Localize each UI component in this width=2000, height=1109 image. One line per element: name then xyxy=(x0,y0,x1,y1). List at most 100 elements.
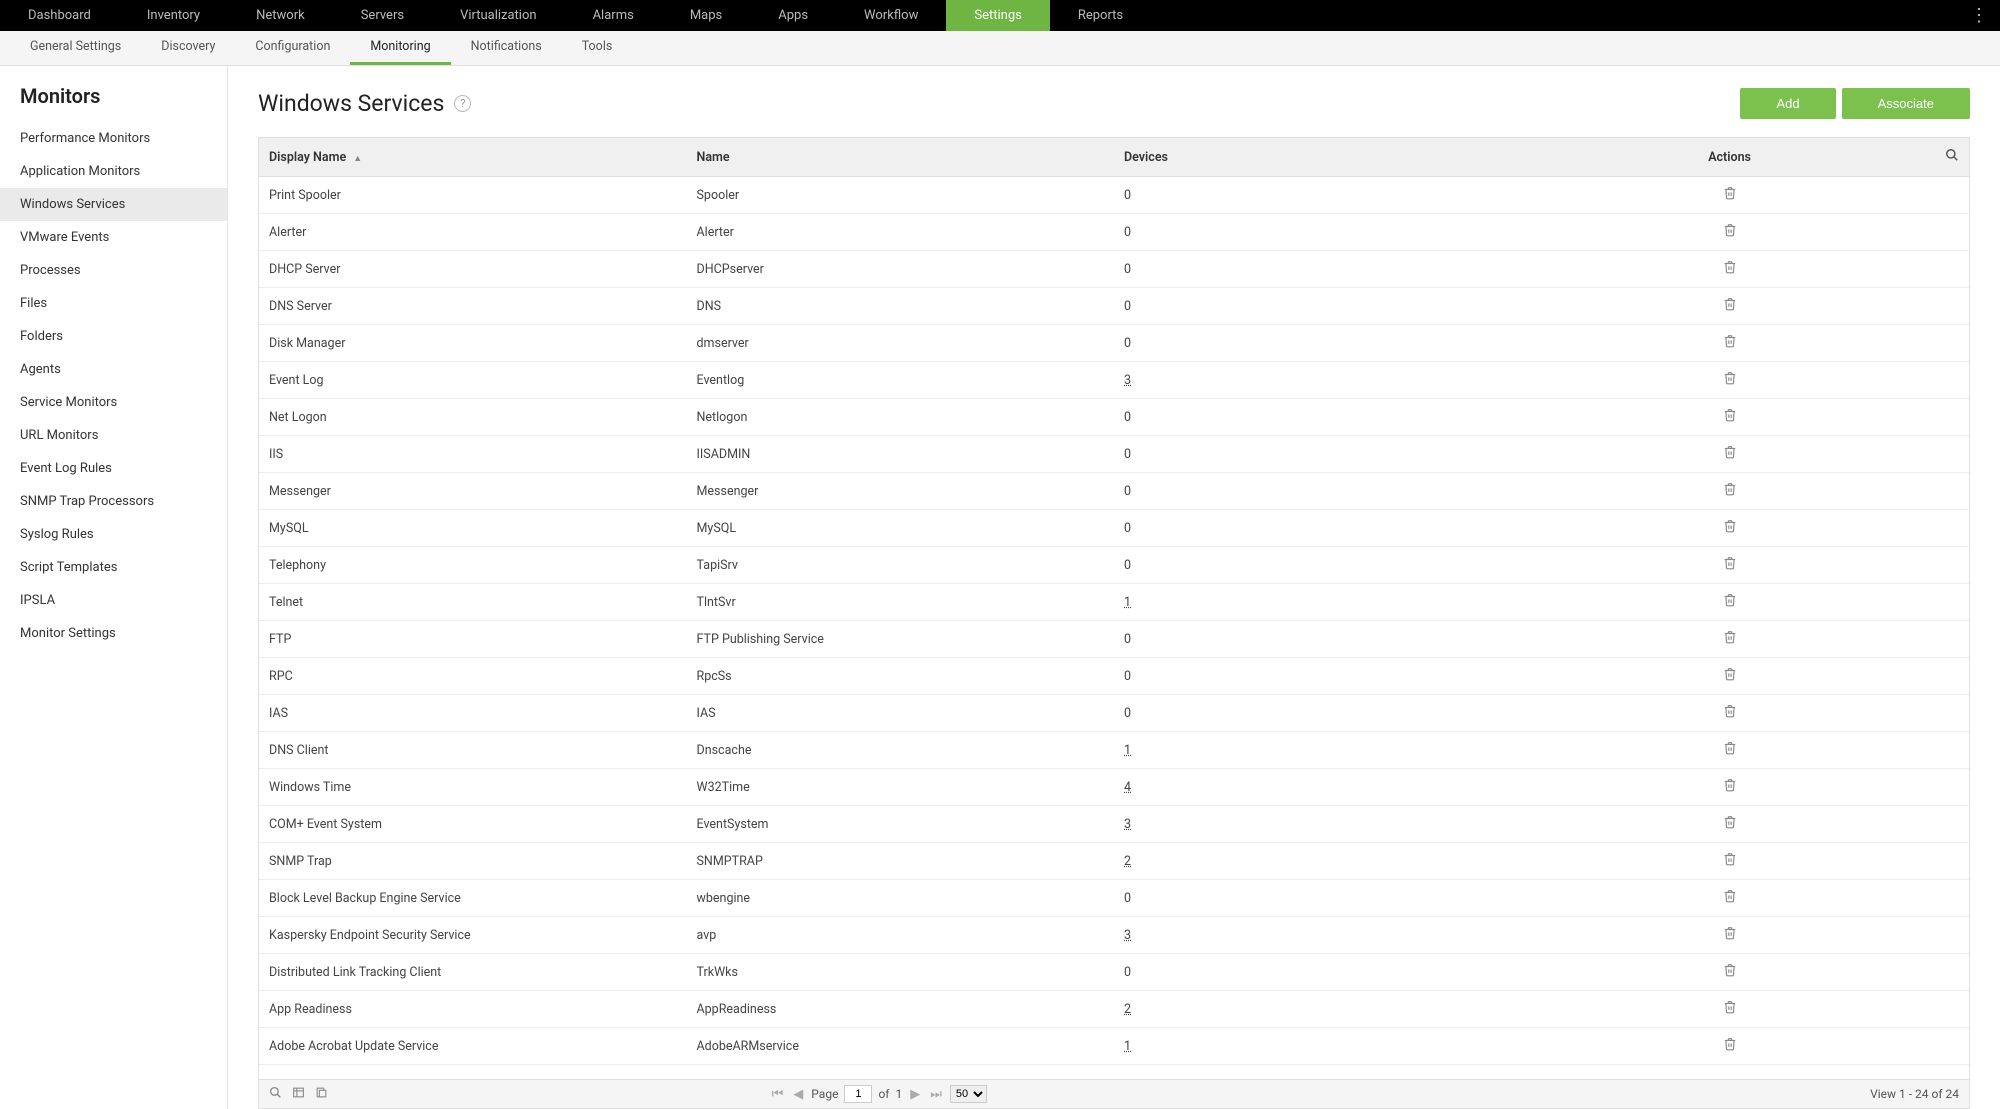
delete-icon[interactable] xyxy=(1723,482,1737,500)
cell-display-name: Event Log xyxy=(269,373,324,388)
devices-link[interactable]: 1 xyxy=(1124,595,1131,610)
devices-link[interactable]: 2 xyxy=(1124,854,1131,869)
delete-icon[interactable] xyxy=(1723,519,1737,537)
header-display-name-label: Display Name xyxy=(269,150,346,165)
subnav-item-configuration[interactable]: Configuration xyxy=(235,31,350,65)
delete-icon[interactable] xyxy=(1723,1037,1737,1055)
delete-icon[interactable] xyxy=(1723,852,1737,870)
sidebar-item-folders[interactable]: Folders xyxy=(0,320,227,353)
delete-icon[interactable] xyxy=(1723,926,1737,944)
delete-icon[interactable] xyxy=(1723,704,1737,722)
header-devices[interactable]: Devices xyxy=(1114,138,1559,177)
export-icon[interactable] xyxy=(315,1086,328,1102)
delete-icon[interactable] xyxy=(1723,334,1737,352)
prev-page-button[interactable]: ◀ xyxy=(791,1087,805,1102)
subnav-item-discovery[interactable]: Discovery xyxy=(141,31,235,65)
table-row: TelephonyTapiSrv0 xyxy=(259,547,1969,584)
cell-display-name: Messenger xyxy=(269,484,331,499)
subnav-item-notifications[interactable]: Notifications xyxy=(451,31,562,65)
delete-icon[interactable] xyxy=(1723,815,1737,833)
topnav-item-network[interactable]: Network xyxy=(228,0,333,31)
delete-icon[interactable] xyxy=(1723,630,1737,648)
devices-link[interactable]: 3 xyxy=(1124,817,1131,832)
sidebar-item-url-monitors[interactable]: URL Monitors xyxy=(0,419,227,452)
devices-count: 0 xyxy=(1124,410,1131,425)
delete-icon[interactable] xyxy=(1723,408,1737,426)
topnav-item-reports[interactable]: Reports xyxy=(1050,0,1151,31)
delete-icon[interactable] xyxy=(1723,741,1737,759)
cell-name: Eventlog xyxy=(697,373,745,388)
help-icon[interactable]: ? xyxy=(454,95,471,112)
table-row: AlerterAlerter0 xyxy=(259,214,1969,251)
sidebar-item-vmware-events[interactable]: VMware Events xyxy=(0,221,227,254)
table-row: DHCP ServerDHCPserver0 xyxy=(259,251,1969,288)
delete-icon[interactable] xyxy=(1723,186,1737,204)
topnav-item-apps[interactable]: Apps xyxy=(750,0,836,31)
delete-icon[interactable] xyxy=(1723,260,1737,278)
delete-icon[interactable] xyxy=(1723,889,1737,907)
sidebar-item-ipsla[interactable]: IPSLA xyxy=(0,584,227,617)
delete-icon[interactable] xyxy=(1723,445,1737,463)
pager-search-icon[interactable] xyxy=(269,1086,282,1102)
add-button[interactable]: Add xyxy=(1740,88,1835,119)
subnav-item-general-settings[interactable]: General Settings xyxy=(10,31,141,65)
delete-icon[interactable] xyxy=(1723,556,1737,574)
devices-count: 0 xyxy=(1124,262,1131,277)
cell-name: TrkWks xyxy=(697,965,738,980)
devices-count: 0 xyxy=(1124,669,1131,684)
sidebar-item-processes[interactable]: Processes xyxy=(0,254,227,287)
topnav-item-settings[interactable]: Settings xyxy=(946,0,1049,31)
devices-count: 0 xyxy=(1124,299,1131,314)
delete-icon[interactable] xyxy=(1723,223,1737,241)
delete-icon[interactable] xyxy=(1723,963,1737,981)
header-search[interactable] xyxy=(1901,138,1969,177)
sidebar-item-snmp-trap-processors[interactable]: SNMP Trap Processors xyxy=(0,485,227,518)
delete-icon[interactable] xyxy=(1723,667,1737,685)
delete-icon[interactable] xyxy=(1723,778,1737,796)
delete-icon[interactable] xyxy=(1723,593,1737,611)
topnav-item-servers[interactable]: Servers xyxy=(333,0,432,31)
sidebar-item-script-templates[interactable]: Script Templates xyxy=(0,551,227,584)
last-page-button[interactable]: ⏭ xyxy=(928,1087,944,1102)
sidebar-item-files[interactable]: Files xyxy=(0,287,227,320)
sidebar-item-syslog-rules[interactable]: Syslog Rules xyxy=(0,518,227,551)
topnav-item-virtualization[interactable]: Virtualization xyxy=(432,0,565,31)
delete-icon[interactable] xyxy=(1723,297,1737,315)
devices-link[interactable]: 2 xyxy=(1124,1002,1131,1017)
devices-link[interactable]: 1 xyxy=(1124,1039,1131,1054)
topnav-item-inventory[interactable]: Inventory xyxy=(119,0,228,31)
page-input[interactable] xyxy=(844,1085,872,1103)
subnav-item-tools[interactable]: Tools xyxy=(562,31,633,65)
sidebar-item-application-monitors[interactable]: Application Monitors xyxy=(0,155,227,188)
header-display-name[interactable]: Display Name ▲ xyxy=(259,138,687,177)
subnav-item-monitoring[interactable]: Monitoring xyxy=(350,31,450,65)
sidebar-item-windows-services[interactable]: Windows Services xyxy=(0,188,227,221)
associate-button[interactable]: Associate xyxy=(1842,88,1970,119)
services-table: Display Name ▲ Name Devices Actions xyxy=(258,137,1970,1109)
sidebar-item-event-log-rules[interactable]: Event Log Rules xyxy=(0,452,227,485)
page-size-select[interactable]: 50 xyxy=(950,1085,987,1103)
cell-name: TapiSrv xyxy=(697,558,738,573)
next-page-button[interactable]: ▶ xyxy=(908,1087,922,1102)
delete-icon[interactable] xyxy=(1723,371,1737,389)
search-icon[interactable] xyxy=(1945,151,1959,166)
cell-display-name: COM+ Event System xyxy=(269,817,382,832)
columns-icon[interactable] xyxy=(292,1086,305,1102)
topnav-item-maps[interactable]: Maps xyxy=(662,0,750,31)
sidebar-item-performance-monitors[interactable]: Performance Monitors xyxy=(0,122,227,155)
devices-link[interactable]: 3 xyxy=(1124,928,1131,943)
devices-link[interactable]: 1 xyxy=(1124,743,1131,758)
topnav-item-dashboard[interactable]: Dashboard xyxy=(0,0,119,31)
sidebar-item-agents[interactable]: Agents xyxy=(0,353,227,386)
kebab-menu-icon[interactable]: ⋮ xyxy=(1970,5,1988,26)
header-name[interactable]: Name xyxy=(687,138,1115,177)
sidebar-item-service-monitors[interactable]: Service Monitors xyxy=(0,386,227,419)
topnav-item-workflow[interactable]: Workflow xyxy=(836,0,946,31)
topnav-item-alarms[interactable]: Alarms xyxy=(565,0,662,31)
delete-icon[interactable] xyxy=(1723,1000,1737,1018)
sidebar-item-monitor-settings[interactable]: Monitor Settings xyxy=(0,617,227,650)
first-page-button[interactable]: ⏮ xyxy=(770,1087,786,1102)
cell-name: IISADMIN xyxy=(697,447,751,462)
devices-link[interactable]: 4 xyxy=(1124,780,1131,795)
devices-link[interactable]: 3 xyxy=(1124,373,1131,388)
